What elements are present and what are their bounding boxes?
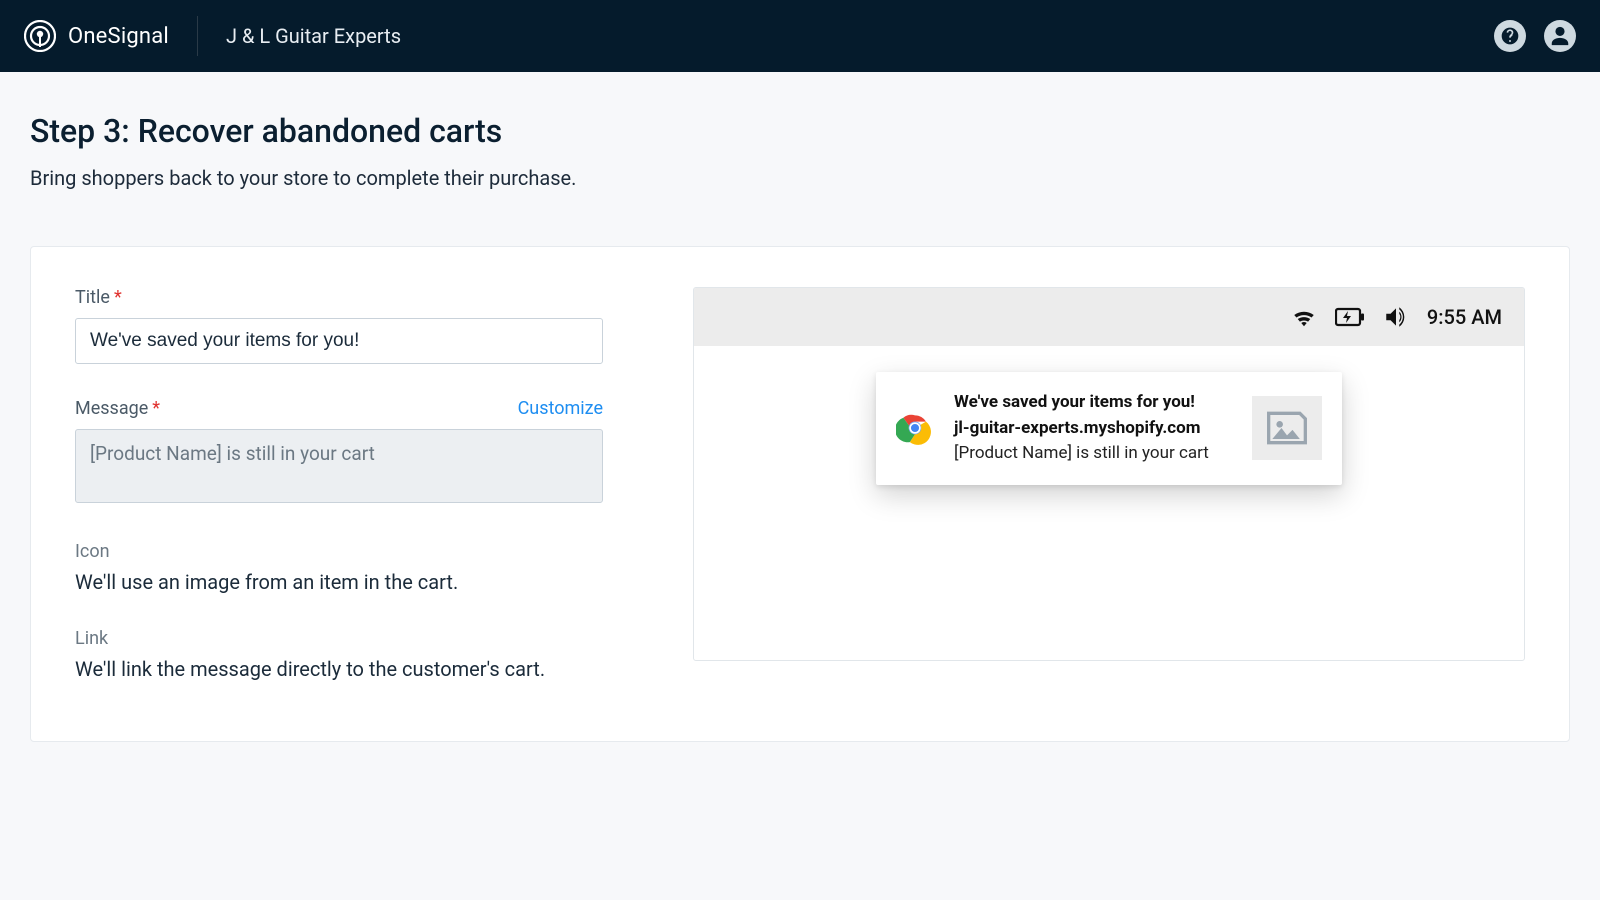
help-icon bbox=[1500, 26, 1520, 46]
form-column: Title* Message* Customize [Product Name]… bbox=[75, 287, 603, 681]
app-name[interactable]: J & L Guitar Experts bbox=[198, 24, 401, 48]
help-button[interactable] bbox=[1494, 20, 1526, 52]
image-placeholder-icon bbox=[1265, 409, 1309, 447]
message-label: Message* bbox=[75, 398, 160, 419]
message-field: Message* Customize [Product Name] is sti… bbox=[75, 398, 603, 507]
customize-link[interactable]: Customize bbox=[518, 398, 603, 419]
person-icon bbox=[1549, 25, 1571, 47]
brand[interactable]: OneSignal bbox=[24, 16, 198, 56]
wifi-icon bbox=[1291, 306, 1317, 328]
device-body: We've saved your items for you! jl-guita… bbox=[694, 346, 1524, 511]
status-time: 9:55 AM bbox=[1427, 305, 1502, 329]
page-content: Step 3: Recover abandoned carts Bring sh… bbox=[0, 72, 1600, 772]
status-bar: 9:55 AM bbox=[694, 288, 1524, 346]
link-label: Link bbox=[75, 628, 603, 649]
preview-device: 9:55 AM bbox=[693, 287, 1525, 661]
title-input[interactable] bbox=[75, 318, 603, 364]
account-button[interactable] bbox=[1544, 20, 1576, 52]
page-subtitle: Bring shoppers back to your store to com… bbox=[30, 166, 1570, 190]
brand-name: OneSignal bbox=[68, 24, 169, 49]
page-title: Step 3: Recover abandoned carts bbox=[30, 112, 1570, 150]
volume-icon bbox=[1383, 306, 1409, 328]
title-field: Title* bbox=[75, 287, 603, 364]
preview-column: 9:55 AM bbox=[693, 287, 1525, 681]
link-field: Link We'll link the message directly to … bbox=[75, 628, 603, 681]
message-textarea[interactable]: [Product Name] is still in your cart bbox=[75, 429, 603, 503]
icon-field: Icon We'll use an image from an item in … bbox=[75, 541, 603, 594]
onesignal-logo-icon bbox=[24, 20, 56, 52]
notification-message: [Product Name] is still in your cart bbox=[954, 441, 1232, 467]
battery-charging-icon bbox=[1335, 307, 1365, 327]
notification-preview: We've saved your items for you! jl-guita… bbox=[876, 372, 1342, 485]
icon-description: We'll use an image from an item in the c… bbox=[75, 570, 603, 594]
notification-text: We've saved your items for you! jl-guita… bbox=[954, 390, 1232, 467]
chrome-icon bbox=[896, 409, 934, 447]
notification-thumbnail bbox=[1252, 396, 1322, 460]
editor-card: Title* Message* Customize [Product Name]… bbox=[30, 246, 1570, 742]
link-description: We'll link the message directly to the c… bbox=[75, 657, 603, 681]
topbar-actions bbox=[1494, 20, 1576, 52]
icon-label: Icon bbox=[75, 541, 603, 562]
notification-title: We've saved your items for you! bbox=[954, 390, 1232, 416]
notification-domain: jl-guitar-experts.myshopify.com bbox=[954, 416, 1232, 442]
title-label: Title* bbox=[75, 287, 122, 308]
top-bar: OneSignal J & L Guitar Experts bbox=[0, 0, 1600, 72]
